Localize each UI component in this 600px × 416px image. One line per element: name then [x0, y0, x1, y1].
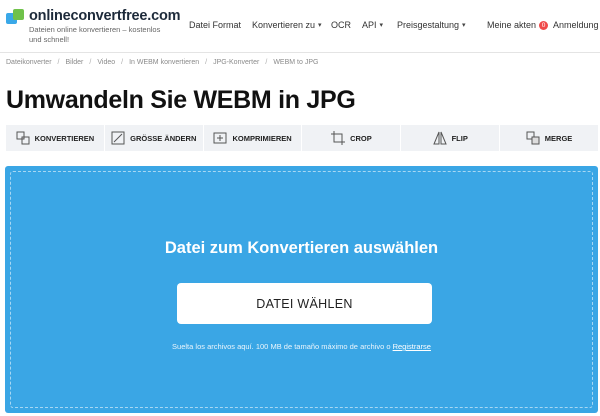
chevron-down-icon: ▾	[379, 22, 384, 29]
tool-resize[interactable]: GRÖSSE ÄNDERN	[105, 125, 204, 151]
my-files-link[interactable]: Meine akten 0	[487, 20, 549, 30]
upload-title: Datei zum Konvertieren auswählen	[164, 239, 439, 257]
register-link[interactable]: Registrarse	[393, 342, 431, 351]
breadcrumb-item[interactable]: Video	[97, 59, 115, 66]
nav-datei-format[interactable]: Datei Format	[189, 20, 241, 30]
tool-flip[interactable]: FLIP	[401, 125, 501, 151]
breadcrumb-item[interactable]: JPG-Konverter	[213, 59, 259, 66]
tool-merge[interactable]: MERGE	[500, 125, 598, 151]
main-nav: Datei Format Konvertieren zu ▾ OCR API ▾ P…	[0, 20, 600, 34]
header-divider	[0, 52, 600, 53]
nav-konvertieren-zu[interactable]: Konvertieren zu ▾	[252, 20, 322, 30]
flip-icon	[432, 131, 447, 145]
breadcrumb-item[interactable]: In WEBM konvertieren	[129, 59, 199, 66]
crop-icon	[331, 131, 346, 145]
upload-note: Suelta los archivos aquí. 100 MB de tama…	[172, 342, 431, 351]
breadcrumb: Dateikonverter / Bilder / Video / In WEBM k…	[6, 59, 319, 66]
choose-file-button[interactable]: DATEI WÄHLEN	[177, 283, 432, 324]
convert-icon	[16, 131, 30, 145]
tool-tabs: KONVERTIEREN GRÖSSE ÄNDERN KOMPRIMIEREN …	[6, 125, 598, 151]
nav-ocr[interactable]: OCR	[331, 20, 351, 30]
chevron-down-icon: ▾	[318, 22, 322, 29]
tool-convert[interactable]: KONVERTIEREN	[6, 125, 105, 151]
merge-icon	[526, 131, 540, 145]
login-link[interactable]: Anmeldung	[553, 20, 599, 30]
tool-crop[interactable]: CROP	[302, 125, 402, 151]
my-files-count-badge: 0	[539, 20, 549, 30]
breadcrumb-item[interactable]: Dateikonverter	[6, 59, 52, 66]
breadcrumb-item[interactable]: Bilder	[65, 59, 83, 66]
upload-dropzone[interactable]: Datei zum Konvertieren auswählen DATEI W…	[5, 166, 598, 413]
nav-preisgestaltung[interactable]: Preisgestaltung ▾	[397, 20, 466, 30]
site-header: onlineconvertfree.com Dateien online kon…	[0, 0, 600, 52]
tool-compress[interactable]: KOMPRIMIEREN	[204, 125, 303, 151]
chevron-down-icon: ▾	[462, 22, 466, 29]
nav-api[interactable]: API ▾	[362, 20, 383, 30]
page-title: Umwandeln Sie WEBM in JPG	[6, 86, 356, 114]
resize-icon	[111, 131, 125, 145]
breadcrumb-current: WEBM to JPG	[273, 59, 319, 66]
dropzone-border: Datei zum Konvertieren auswählen DATEI W…	[10, 171, 593, 408]
compress-icon	[213, 132, 227, 144]
